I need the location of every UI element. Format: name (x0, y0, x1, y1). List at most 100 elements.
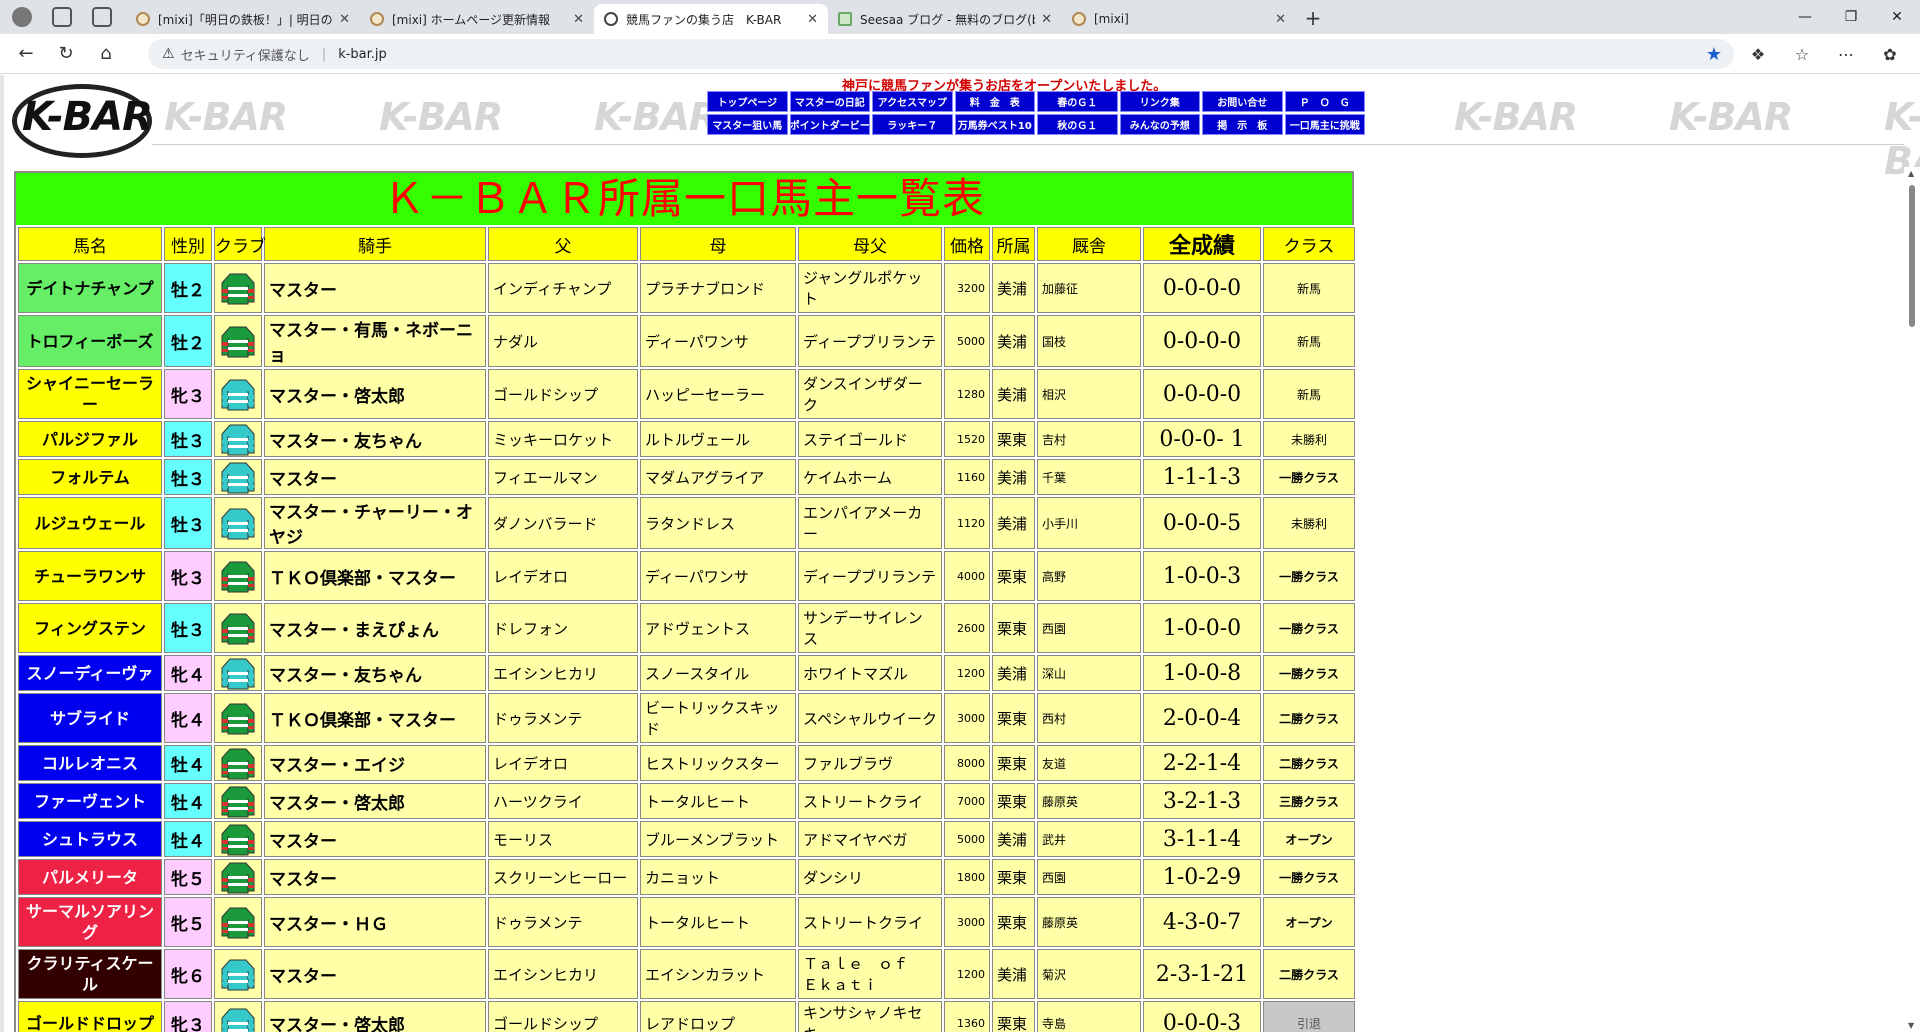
browser-tab[interactable]: [mixi] ホームページ更新情報 ✕ (360, 4, 594, 34)
restore-icon[interactable]: ❐ (1828, 0, 1874, 34)
copilot-icon[interactable]: ✿ (1868, 45, 1912, 64)
browser-tab[interactable]: [mixi]「明日の鉄板！」| 明日の鉄板 ✕ (126, 4, 360, 34)
table-row: ルジュウェール 牡３ マスター・チャーリー・オヤジ ダノンバラード ラタンドレス エンパイ… (18, 497, 1355, 549)
close-tab-icon[interactable]: ✕ (339, 12, 350, 27)
price: 7000 (944, 783, 990, 819)
workspaces-icon[interactable] (52, 7, 72, 27)
horse-name: デイトナチャンプ (18, 263, 162, 313)
club-silk (214, 783, 262, 819)
nav-link[interactable]: 春のＧ１ (1037, 91, 1118, 112)
class: 一勝クラス (1263, 655, 1355, 691)
jockey: マスター・まえぴょん (264, 603, 486, 653)
class: 一勝クラス (1263, 551, 1355, 601)
nav-link[interactable]: Ｐ Ｏ Ｇ (1284, 91, 1365, 112)
training-center: 栗東 (992, 603, 1035, 653)
nav-link[interactable]: アクセスマップ (872, 91, 953, 112)
sex-age: 牡２ (164, 315, 212, 367)
class: 一勝クラス (1263, 459, 1355, 495)
nav-link[interactable]: 一口馬主に挑戦 (1284, 114, 1365, 135)
stable: 西村 (1037, 693, 1141, 743)
training-center: 栗東 (992, 421, 1035, 457)
nav-link[interactable]: ポイントダービー (789, 114, 870, 135)
sire: ドゥラメンテ (488, 897, 638, 947)
jockey: マスター・啓太郎 (264, 369, 486, 419)
close-tab-icon[interactable]: ✕ (573, 12, 584, 27)
watermark-logo: K-BAR (1454, 95, 1578, 139)
browser-tab[interactable]: 競馬ファンの集う店 K-BAR ✕ (594, 4, 828, 34)
jockey: マスター (264, 859, 486, 895)
scroll-up-icon[interactable]: ▲ (1908, 169, 1914, 178)
close-tab-icon[interactable]: ✕ (807, 12, 818, 27)
class: 二勝クラス (1263, 745, 1355, 781)
jockey-silk-icon (220, 377, 256, 411)
nav-link[interactable]: マスター狙い馬 (707, 114, 788, 135)
nav-link[interactable]: 秋のＧ１ (1037, 114, 1118, 135)
race-record: 1-0-0-0 (1143, 603, 1261, 653)
new-tab-button[interactable]: + (1296, 4, 1330, 34)
damsire: エンパイアメーカー (798, 497, 942, 549)
vertical-scrollbar[interactable]: ▲ ▼ (1904, 167, 1920, 1032)
more-menu-icon[interactable]: ⋯ (1824, 45, 1868, 64)
damsire: ジャングルポケット (798, 263, 942, 313)
nav-link[interactable]: お問い合せ (1202, 91, 1283, 112)
owner-list-panel: Ｋ－ＢＡＲ所属一口馬主一覧表 馬名 性別 クラブ 騎手父母母父 価格 所属 厩舎 全成績 クラス… (14, 171, 1357, 1032)
warning-icon[interactable]: ⚠ (162, 46, 175, 62)
close-tab-icon[interactable]: ✕ (1275, 12, 1286, 27)
favorites-icon[interactable]: ☆ (1780, 45, 1824, 64)
scroll-down-icon[interactable]: ▼ (1908, 1021, 1914, 1030)
class: 一勝クラス (1263, 859, 1355, 895)
dam: ブルーメンブラット (640, 821, 796, 857)
sex-age: 牝３ (164, 1001, 212, 1032)
back-icon[interactable]: ← (6, 43, 46, 64)
sex-age: 牝５ (164, 859, 212, 895)
race-record: 2-0-0-4 (1143, 693, 1261, 743)
nav-link[interactable]: リンク集 (1119, 91, 1200, 112)
price: 3000 (944, 897, 990, 947)
extensions-icon[interactable]: ❖ (1736, 45, 1780, 64)
nav-link[interactable]: 料 金 表 (954, 91, 1035, 112)
browser-tab[interactable]: [mixi] ✕ (1062, 4, 1296, 34)
dam: ディーパワンサ (640, 551, 796, 601)
profile-icon[interactable] (12, 7, 32, 27)
training-center: 美浦 (992, 655, 1035, 691)
watermark-logo: K-BAR (1669, 95, 1793, 139)
jockey-silk-icon (220, 905, 256, 939)
training-center: 栗東 (992, 859, 1035, 895)
security-label[interactable]: セキュリティ保護なし (181, 45, 310, 64)
table-header-row: 馬名 性別 クラブ 騎手父母母父 価格 所属 厩舎 全成績 クラス (18, 227, 1355, 261)
logo-text: K-BAR (22, 94, 153, 140)
seesaa-icon (838, 12, 852, 26)
tab-actions-icon[interactable] (92, 7, 112, 27)
url-text[interactable]: k-bar.jp (338, 47, 387, 62)
price: 1360 (944, 1001, 990, 1032)
training-center: 栗東 (992, 693, 1035, 743)
stable: 西園 (1037, 603, 1141, 653)
nav-link[interactable]: 掲 示 板 (1202, 114, 1283, 135)
race-record: 1-1-1-3 (1143, 459, 1261, 495)
close-window-icon[interactable]: ✕ (1874, 0, 1920, 34)
favorite-star-icon[interactable]: ★ (1706, 44, 1722, 65)
close-tab-icon[interactable]: ✕ (1041, 12, 1052, 27)
k-bar-logo[interactable]: K-BAR (6, 78, 156, 160)
minimize-icon[interactable]: — (1782, 0, 1828, 34)
nav-link[interactable]: トップページ (707, 91, 788, 112)
scrollbar-thumb[interactable] (1909, 185, 1915, 327)
nav-link[interactable]: 万馬券ベスト10 (954, 114, 1035, 135)
table-row: フィングステン 牡３ マスター・まえぴょん ドレフォン アドヴェントス サンデーサイレンス… (18, 603, 1355, 653)
damsire: スペシャルウイーク (798, 693, 942, 743)
training-center: 美浦 (992, 497, 1035, 549)
address-bar[interactable]: ⚠ セキュリティ保護なし | k-bar.jp ★ (148, 39, 1734, 69)
home-icon[interactable]: ⌂ (86, 43, 126, 64)
nav-link[interactable]: マスターの日記 (789, 91, 870, 112)
horse-name: シャイニーセーラー (18, 369, 162, 419)
jockey-silk-icon (220, 784, 256, 818)
damsire: ディープブリランテ (798, 551, 942, 601)
nav-link[interactable]: ラッキー７ (872, 114, 953, 135)
column-header: 価格 (944, 227, 990, 261)
browser-tab[interactable]: Seesaa ブログ - 無料のブログ(blog)サ ✕ (828, 4, 1062, 34)
stable: 武井 (1037, 821, 1141, 857)
jockey: マスター・エイジ (264, 745, 486, 781)
refresh-icon[interactable]: ↻ (46, 43, 86, 64)
nav-link[interactable]: みんなの予想 (1119, 114, 1200, 135)
sire: ゴールドシップ (488, 1001, 638, 1032)
